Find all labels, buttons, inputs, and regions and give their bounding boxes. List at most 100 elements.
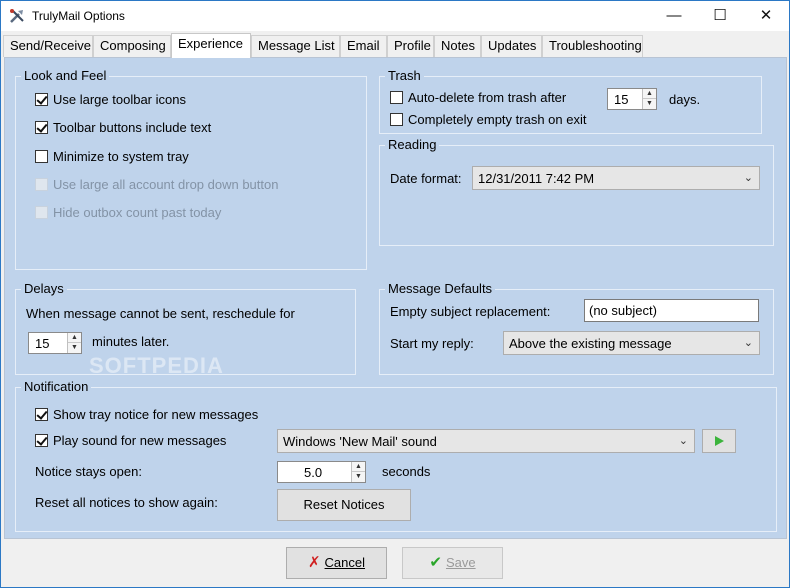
- stepper-value: 15: [35, 336, 50, 351]
- group-label: Notification: [21, 379, 92, 394]
- options-window: TrulyMail Options — ☐ ✕ Send/Receive Com…: [0, 0, 790, 588]
- check-icon: ✔: [429, 554, 442, 571]
- checkbox[interactable]: [390, 113, 403, 126]
- group-label: Reading: [385, 137, 440, 152]
- stepper-arrows[interactable]: ▲ ▼: [642, 89, 656, 109]
- trash-group: Trash Auto-delete from trash after 15 ▲ ▼…: [379, 68, 762, 134]
- reset-notices-button[interactable]: Reset Notices: [277, 489, 411, 521]
- dropdown-value: Above the existing message: [509, 336, 672, 351]
- cancel-label: Cancel: [324, 555, 366, 570]
- group-label: Trash: [385, 68, 424, 83]
- up-arrow-icon[interactable]: ▲: [643, 89, 656, 99]
- option-label: Show tray notice for new messages: [53, 407, 259, 422]
- stepper-arrows[interactable]: ▲ ▼: [351, 462, 365, 482]
- play-icon: [715, 436, 724, 446]
- option-toolbar-include-text[interactable]: Toolbar buttons include text: [35, 120, 211, 135]
- tab-profile[interactable]: Profile: [387, 35, 434, 57]
- minimize-button[interactable]: —: [651, 1, 697, 31]
- checkbox[interactable]: [35, 93, 48, 106]
- option-large-account-button: Use large all account drop down button: [35, 177, 278, 192]
- start-reply-dropdown[interactable]: Above the existing message ⌄: [503, 331, 760, 355]
- date-format-label: Date format:: [390, 171, 462, 186]
- down-arrow-icon[interactable]: ▼: [643, 99, 656, 109]
- title-bar: TrulyMail Options — ☐ ✕: [1, 1, 789, 31]
- chevron-down-icon: ⌄: [743, 337, 753, 349]
- reset-notices-label: Reset all notices to show again:: [35, 495, 218, 510]
- stepper-value: 5.0: [304, 465, 323, 480]
- tab-email[interactable]: Email: [340, 35, 387, 57]
- save-button[interactable]: ✔ Save: [402, 547, 503, 579]
- group-label: Delays: [21, 281, 67, 296]
- trash-days-stepper[interactable]: 15 ▲ ▼: [607, 88, 657, 110]
- stepper-value: 15: [614, 92, 629, 107]
- dropdown-value: Windows 'New Mail' sound: [283, 434, 437, 449]
- sound-dropdown[interactable]: Windows 'New Mail' sound ⌄: [277, 429, 695, 453]
- tab-send-receive[interactable]: Send/Receive: [3, 35, 93, 57]
- option-minimize-to-tray[interactable]: Minimize to system tray: [35, 149, 189, 164]
- checkbox[interactable]: [390, 91, 403, 104]
- option-label: Completely empty trash on exit: [408, 112, 587, 127]
- close-button[interactable]: ✕: [743, 1, 789, 31]
- group-label: Message Defaults: [385, 281, 496, 296]
- maximize-button[interactable]: ☐: [697, 1, 743, 31]
- date-format-dropdown[interactable]: 12/31/2011 7:42 PM ⌄: [472, 166, 760, 190]
- seconds-suffix: seconds: [382, 464, 431, 479]
- option-label: Use large toolbar icons: [53, 92, 186, 107]
- option-hide-outbox-count: Hide outbox count past today: [35, 205, 221, 220]
- option-empty-trash-exit[interactable]: Completely empty trash on exit: [390, 112, 586, 127]
- cancel-x-icon: ✗: [307, 554, 321, 571]
- empty-subject-input[interactable]: [585, 300, 758, 321]
- empty-subject-label: Empty subject replacement:: [390, 304, 551, 319]
- checkbox[interactable]: [35, 434, 48, 447]
- option-tray-notice[interactable]: Show tray notice for new messages: [35, 407, 258, 422]
- notice-open-label: Notice stays open:: [35, 464, 142, 479]
- up-arrow-icon[interactable]: ▲: [352, 462, 365, 472]
- play-sound-button[interactable]: [702, 429, 736, 453]
- option-large-toolbar-icons[interactable]: Use large toolbar icons: [35, 92, 186, 107]
- empty-subject-field[interactable]: [584, 299, 759, 322]
- option-auto-delete-trash[interactable]: Auto-delete from trash after: [390, 90, 566, 105]
- look-and-feel-group: Look and Feel Use large toolbar icons To…: [15, 68, 367, 270]
- cancel-button[interactable]: ✗ Cancel: [286, 547, 387, 579]
- down-arrow-icon[interactable]: ▼: [352, 472, 365, 482]
- notification-group: Notification Show tray notice for new me…: [15, 379, 777, 532]
- message-defaults-group: Message Defaults Empty subject replaceme…: [379, 281, 774, 375]
- notice-open-stepper[interactable]: 5.0 ▲ ▼: [277, 461, 366, 483]
- dropdown-value: 12/31/2011 7:42 PM: [478, 171, 595, 186]
- tab-composing[interactable]: Composing: [93, 35, 171, 57]
- chevron-down-icon: ⌄: [678, 435, 688, 447]
- window-title: TrulyMail Options: [32, 9, 125, 23]
- save-label: Save: [445, 555, 476, 570]
- option-label: Minimize to system tray: [53, 149, 189, 164]
- option-label: Play sound for new messages: [53, 433, 227, 448]
- reading-group: Reading Date format: 12/31/2011 7:42 PM …: [379, 137, 774, 246]
- tools-icon: [10, 9, 24, 23]
- tab-notes[interactable]: Notes: [434, 35, 481, 57]
- option-label: Auto-delete from trash after: [408, 90, 567, 105]
- tab-updates[interactable]: Updates: [481, 35, 542, 57]
- option-label: Use large all account drop down button: [53, 177, 279, 192]
- option-label: Hide outbox count past today: [53, 205, 222, 220]
- days-suffix: days.: [669, 92, 701, 107]
- checkbox[interactable]: [35, 408, 48, 421]
- checkbox: [35, 206, 48, 219]
- checkbox[interactable]: [35, 121, 48, 134]
- option-label: Toolbar buttons include text: [53, 120, 212, 135]
- experience-panel: Look and Feel Use large toolbar icons To…: [4, 57, 787, 539]
- reschedule-minutes-stepper[interactable]: 15 ▲ ▼: [28, 332, 82, 354]
- group-label: Look and Feel: [21, 68, 110, 83]
- delays-text: When message cannot be sent, reschedule …: [26, 306, 295, 321]
- checkbox: [35, 178, 48, 191]
- minutes-suffix: minutes later.: [92, 334, 170, 349]
- stepper-arrows[interactable]: ▲ ▼: [67, 333, 81, 353]
- chevron-down-icon: ⌄: [743, 172, 753, 184]
- down-arrow-icon[interactable]: ▼: [68, 343, 81, 353]
- start-reply-label: Start my reply:: [390, 336, 474, 351]
- watermark-logo: SOFTPEDIA: [89, 353, 224, 378]
- tab-message-list[interactable]: Message List: [251, 35, 340, 57]
- checkbox[interactable]: [35, 150, 48, 163]
- tab-experience[interactable]: Experience: [171, 33, 251, 58]
- up-arrow-icon[interactable]: ▲: [68, 333, 81, 343]
- tab-troubleshooting[interactable]: Troubleshooting: [542, 35, 643, 57]
- option-play-sound[interactable]: Play sound for new messages: [35, 433, 226, 448]
